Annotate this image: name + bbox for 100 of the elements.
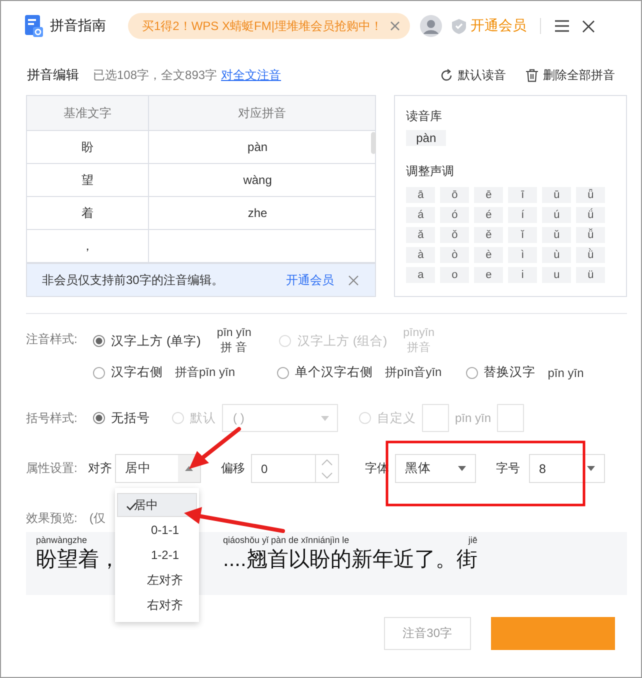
menu-icon[interactable]: [555, 20, 570, 32]
scrollbar-thumb[interactable]: [371, 132, 376, 154]
tone-button[interactable]: á: [406, 207, 436, 223]
field-label: 属性设置:: [26, 460, 78, 477]
option-label: 汉字上方 (组合): [297, 332, 388, 350]
tone-button[interactable]: ü: [576, 267, 606, 283]
field-label: 对齐: [88, 460, 112, 477]
tone-button[interactable]: u: [542, 267, 572, 283]
sample-pinyin: pīnyīn: [403, 326, 434, 341]
pinyin-text: jiē: [468, 534, 478, 546]
sample-text: 拼 音: [220, 341, 248, 356]
vip-link[interactable]: 开通会员: [286, 272, 334, 288]
tone-button[interactable]: ǚ: [576, 227, 606, 243]
trash-icon: [526, 68, 538, 82]
preview-text: ....翘首以盼的新年近了。街: [223, 547, 478, 573]
pinyin-text: pànwàngzhe: [36, 534, 88, 546]
caret-icon: [458, 466, 466, 471]
promo-text: 买1得2！WPS X蜻蜓FM|埋堆堆会员抢购中！: [142, 18, 382, 34]
table-cell-text: wàng: [242, 172, 273, 189]
tone-button[interactable]: ī: [508, 187, 538, 203]
tone-button[interactable]: é: [474, 207, 504, 223]
sample-pinyin: pīn yīn: [216, 326, 252, 341]
document-icon: [25, 15, 43, 37]
annotate-all-link[interactable]: 对全文注音: [221, 66, 282, 84]
stepper-icon[interactable]: [321, 458, 333, 480]
column-header: 基准文字: [27, 96, 149, 130]
input-field[interactable]: [497, 404, 524, 432]
tone-button[interactable]: ó: [440, 207, 470, 223]
option-label: 汉字上方 (单字): [111, 332, 201, 350]
font-dropdown[interactable]: 黑体: [395, 454, 476, 483]
tone-button[interactable]: ú: [542, 207, 572, 223]
tone-button[interactable]: í: [508, 207, 538, 223]
tone-button[interactable]: i: [508, 267, 538, 283]
radio-button[interactable]: [93, 412, 105, 424]
pinyin-text: qiáoshǒu yǐ pàn de xīnniánjìn le: [223, 534, 350, 546]
preview-note: (仅: [89, 510, 106, 527]
delete-all-button[interactable]: 删除全部拼音: [526, 66, 615, 84]
notice-text: 非会员仅支持前30字的注音编辑。: [42, 272, 224, 288]
table-cell: 盼: [27, 131, 149, 163]
menu-item[interactable]: 右对齐: [117, 593, 197, 617]
tone-button[interactable]: ò: [440, 247, 470, 263]
menu-item[interactable]: 1-2-1: [117, 543, 197, 567]
tone-button[interactable]: ǐ: [508, 227, 538, 243]
tone-button[interactable]: ù: [542, 247, 572, 263]
preview-text: 盼望着，: [36, 547, 120, 573]
sample-text: pīn yīn: [548, 366, 584, 380]
radio-button[interactable]: [277, 366, 290, 378]
field-label: 字号: [496, 460, 520, 477]
tone-button[interactable]: ō: [440, 187, 470, 203]
tone-button[interactable]: ǎ: [406, 227, 436, 243]
tone-button[interactable]: è: [474, 247, 504, 263]
default-reading-button[interactable]: 默认读音: [440, 66, 506, 84]
tone-button[interactable]: ǒ: [440, 227, 470, 243]
radio-button[interactable]: [93, 366, 105, 378]
sample-text: pīn yīn: [455, 411, 492, 425]
option-label: 替换汉字: [484, 364, 536, 381]
menu-item[interactable]: 左对齐: [117, 568, 197, 592]
tone-button[interactable]: à: [406, 247, 436, 263]
sample-text: 拼音pīn yīn: [175, 364, 236, 381]
menu-item[interactable]: 0-1-1: [117, 518, 197, 542]
close-icon[interactable]: [582, 20, 596, 32]
radio-button[interactable]: [93, 335, 105, 347]
option-label: 自定义: [377, 410, 416, 426]
menu-item[interactable]: 居中: [117, 493, 197, 517]
avatar-icon[interactable]: [420, 15, 442, 37]
field-label: 注音样式:: [26, 331, 78, 348]
option-label: 默认: [190, 410, 216, 426]
tone-button[interactable]: a: [406, 267, 436, 283]
field-label: 效果预览:: [26, 510, 78, 527]
panel-title: 调整声调: [406, 163, 456, 180]
sample-text: 拼音: [406, 341, 431, 356]
caret-icon: [587, 466, 595, 471]
tone-button[interactable]: o: [440, 267, 470, 283]
tone-button[interactable]: ǖ: [576, 187, 606, 203]
tone-button[interactable]: e: [474, 267, 504, 283]
tone-button[interactable]: ā: [406, 187, 436, 203]
tone-button[interactable]: ū: [542, 187, 572, 203]
caret-icon: [321, 416, 329, 420]
reading-option[interactable]: pàn: [406, 130, 446, 146]
option-label: 汉字右侧: [111, 364, 163, 381]
tone-button[interactable]: ǜ: [576, 247, 606, 263]
table-cell-text: pàn: [246, 139, 269, 156]
field-label: 括号样式:: [26, 410, 78, 426]
input-field[interactable]: [422, 404, 449, 432]
field-label: 偏移: [221, 460, 245, 477]
refresh-icon: [440, 68, 453, 82]
section-title: 拼音编辑: [27, 66, 79, 84]
table-cell-text: zhe: [246, 205, 268, 222]
tone-button[interactable]: ē: [474, 187, 504, 203]
sample-text: 拼pīn音yīn: [385, 364, 442, 381]
tone-button[interactable]: ǘ: [576, 207, 606, 223]
radio-button[interactable]: [466, 366, 478, 378]
tone-button[interactable]: ě: [474, 227, 504, 243]
offset-spinbox[interactable]: 0: [251, 454, 339, 483]
option-label: 单个汉字右侧: [295, 364, 374, 381]
tone-button[interactable]: ì: [508, 247, 538, 263]
window-title: 拼音指南: [50, 17, 106, 35]
selection-summary: 已选108字，全文893字: [93, 66, 218, 84]
tone-button[interactable]: ǔ: [542, 227, 572, 243]
size-dropdown[interactable]: 8: [529, 454, 605, 483]
